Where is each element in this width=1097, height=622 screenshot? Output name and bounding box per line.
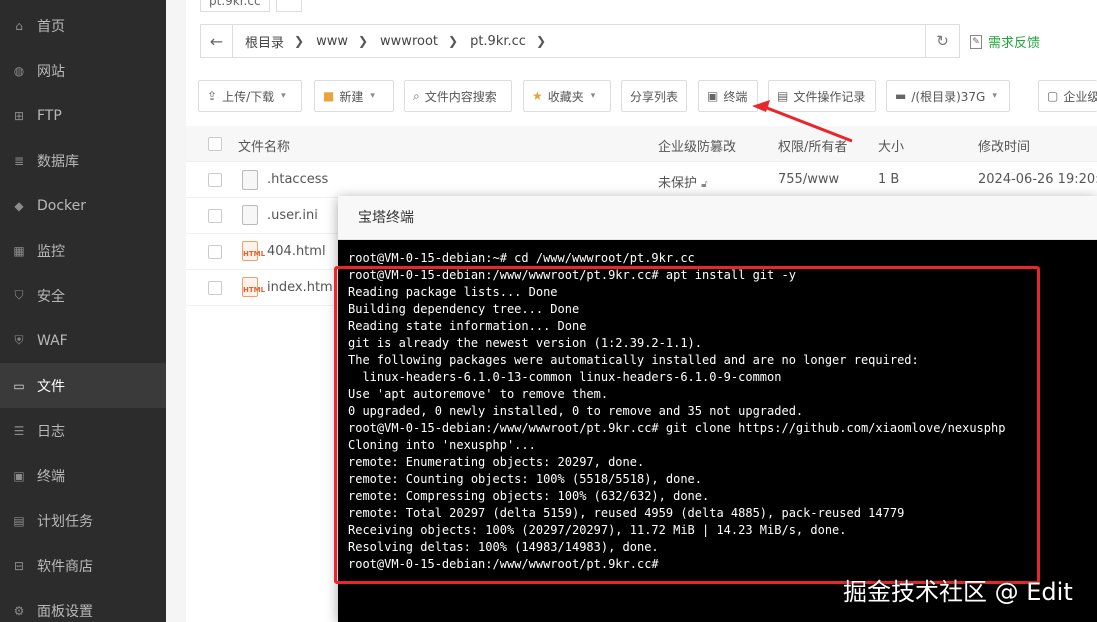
annotation-arrow-icon — [752, 100, 853, 143]
watermark: 掘金技术社区 @ Edit — [843, 578, 1073, 606]
